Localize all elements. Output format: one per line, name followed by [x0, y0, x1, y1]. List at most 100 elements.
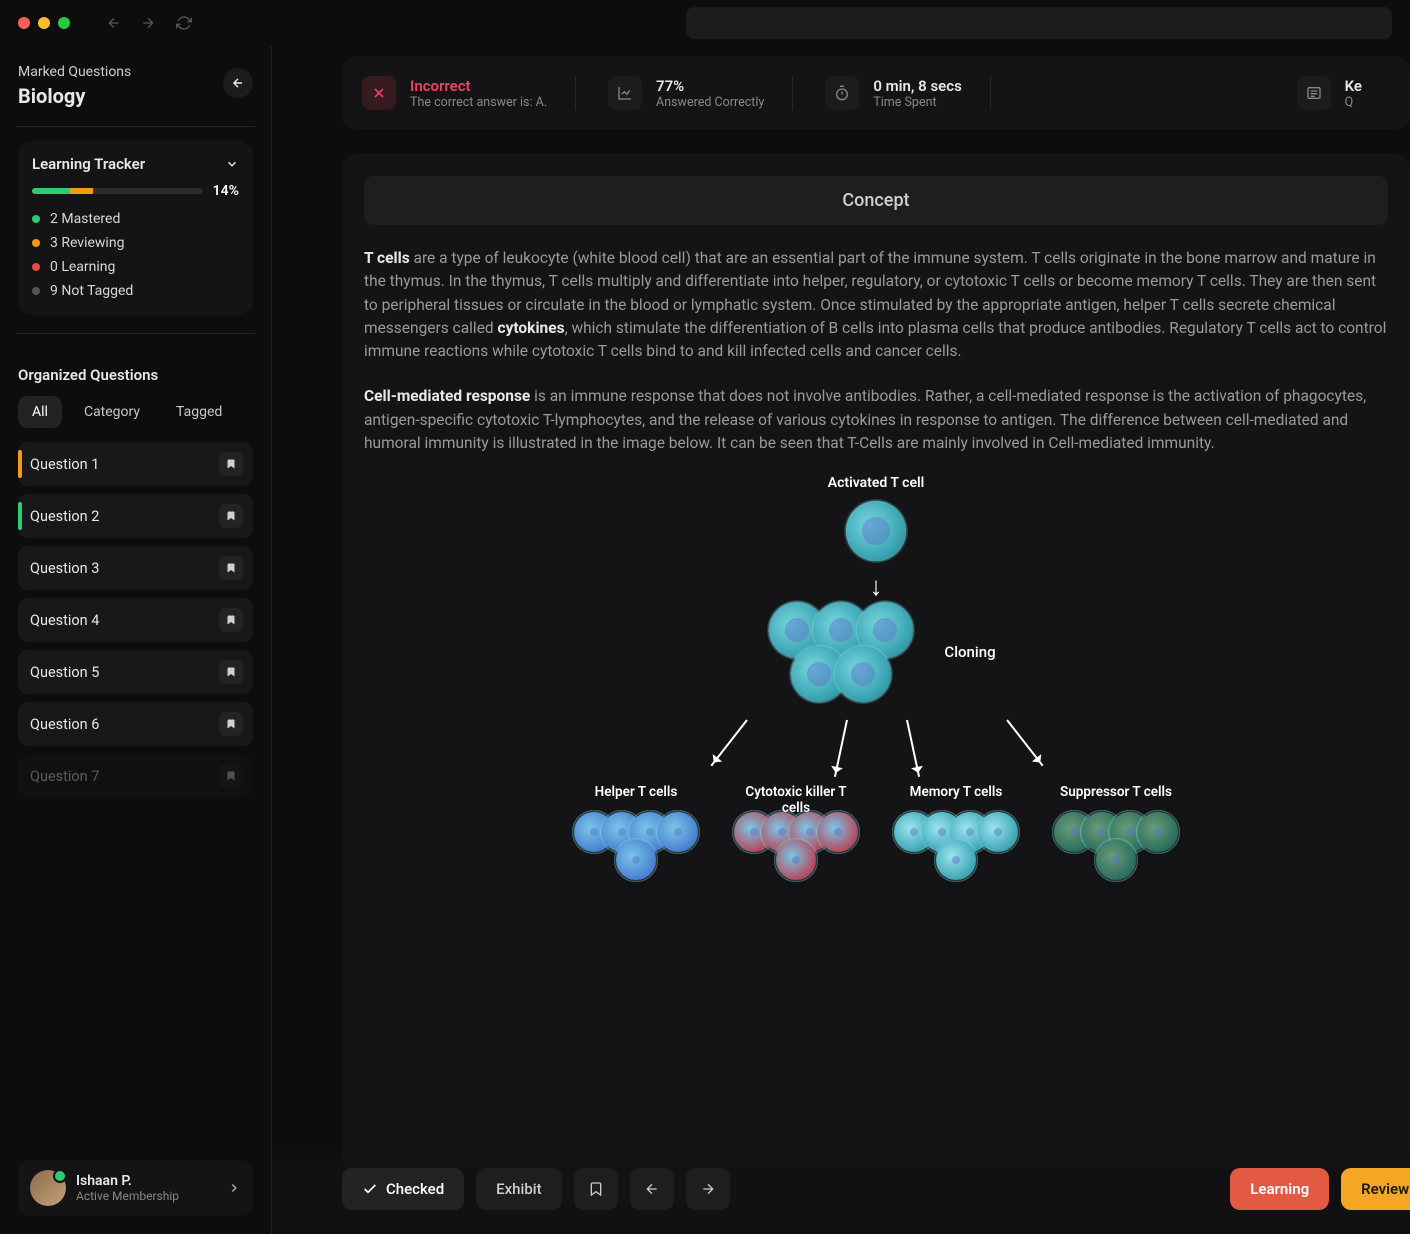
question-label: Question 2 — [30, 508, 99, 525]
traffic-lights — [18, 17, 70, 29]
nav-arrows — [106, 15, 156, 31]
tag-text: 3 Reviewing — [50, 235, 124, 251]
chevron-down-icon[interactable] — [225, 157, 239, 171]
minimize-window[interactable] — [38, 17, 50, 29]
learning-tracker[interactable]: Learning Tracker 14% 2 Mastered 3 Reviewi… — [18, 141, 253, 315]
tag-text: 2 Mastered — [50, 211, 120, 227]
question-label: Question 7 — [30, 768, 99, 785]
diagram-top-label: Activated T cell — [828, 475, 925, 491]
status-dot-icon — [32, 239, 40, 247]
divider — [16, 333, 255, 334]
question-label: Question 3 — [30, 560, 99, 577]
question-item[interactable]: Question 2 — [18, 494, 253, 538]
user-card[interactable]: Ishaan P. Active Membership — [18, 1160, 253, 1216]
sidebar-heading: Biology — [18, 84, 131, 108]
action-bar: Checked Exhibit Learning Reviewing — [272, 1144, 1410, 1234]
tab-concept[interactable]: Concept — [364, 176, 1388, 225]
forward-icon[interactable] — [140, 15, 156, 31]
t-cell-diagram: Activated T cell ↓ Cloning Helper T cell… — [364, 475, 1388, 874]
stat-time-title: 0 min, 8 secs — [873, 77, 961, 95]
question-item[interactable]: Question 4 — [18, 598, 253, 642]
question-item[interactable]: Question 3 — [18, 546, 253, 590]
bookmark-icon[interactable] — [219, 504, 243, 528]
cloning-label: Cloning — [944, 643, 995, 661]
question-item[interactable]: Question 1 — [18, 442, 253, 486]
question-label: Question 1 — [30, 456, 99, 473]
status-dot-icon — [32, 263, 40, 271]
stat-key-title: Ke — [1345, 77, 1362, 95]
tag-text: 9 Not Tagged — [50, 283, 133, 299]
stat-pct-title: 77% — [656, 77, 764, 95]
next-button[interactable] — [686, 1168, 730, 1210]
cell-cluster-icon — [896, 818, 1016, 874]
sidebar-label: Marked Questions — [18, 64, 131, 80]
organized-heading: Organized Questions — [18, 366, 253, 384]
stat-incorrect-sub: The correct answer is: A. — [410, 95, 547, 110]
question-item[interactable]: Question 6 — [18, 702, 253, 746]
tracker-percent: 14% — [213, 183, 239, 199]
question-label: Question 4 — [30, 612, 99, 629]
question-label: Question 6 — [30, 716, 99, 733]
url-bar[interactable] — [686, 7, 1392, 39]
filter-category[interactable]: Category — [70, 396, 154, 428]
reload-icon[interactable] — [176, 15, 192, 31]
question-item[interactable]: Question 5 — [18, 650, 253, 694]
bookmark-icon[interactable] — [219, 764, 243, 788]
tracker-tag: 9 Not Tagged — [32, 283, 239, 299]
bookmark-icon[interactable] — [219, 712, 243, 736]
stat-time-sub: Time Spent — [873, 95, 961, 110]
stat-incorrect-title: Incorrect — [410, 77, 547, 95]
tracker-tag: 0 Learning — [32, 259, 239, 275]
cell-cluster-icon — [736, 818, 856, 874]
stopwatch-icon — [825, 76, 859, 110]
stat-pct-sub: Answered Correctly — [656, 95, 764, 110]
reviewing-button[interactable]: Reviewing — [1341, 1168, 1410, 1210]
sidebar: Marked Questions Biology Learning Tracke… — [0, 46, 272, 1234]
question-item[interactable]: Question 7 — [18, 754, 253, 798]
bookmark-button[interactable] — [574, 1168, 618, 1210]
diagram-leaf: Memory T cells — [896, 784, 1016, 874]
tracker-tag: 3 Reviewing — [32, 235, 239, 251]
diagram-leaf: Cytotoxic killer T cells — [736, 784, 856, 874]
filter-tagged[interactable]: Tagged — [162, 396, 236, 428]
exhibit-button[interactable]: Exhibit — [476, 1168, 561, 1210]
filter-all[interactable]: All — [18, 396, 62, 428]
cell-cluster-icon — [576, 818, 696, 874]
cloning-cluster-icon — [756, 608, 926, 696]
user-name: Ishaan P. — [76, 1173, 179, 1189]
tracker-title: Learning Tracker — [32, 155, 145, 173]
bookmark-icon[interactable] — [219, 452, 243, 476]
content-card: Concept T cells are a type of leukocyte … — [342, 154, 1410, 1234]
diagram-leaf: Suppressor T cells — [1056, 784, 1176, 874]
status-dot-icon — [32, 287, 40, 295]
chart-icon — [608, 76, 642, 110]
tracker-tag: 2 Mastered — [32, 211, 239, 227]
fanout-arrows — [656, 708, 1096, 778]
paragraph-2: Cell-mediated response is an immune resp… — [364, 385, 1388, 455]
stat-key-sub: Q — [1345, 95, 1362, 110]
activated-t-cell-icon — [846, 501, 906, 561]
sidebar-back-button[interactable] — [223, 68, 253, 98]
window-titlebar — [0, 0, 1410, 46]
main: Incorrect The correct answer is: A. 77% … — [272, 46, 1410, 1234]
bookmark-icon[interactable] — [219, 660, 243, 684]
x-icon — [362, 76, 396, 110]
divider — [16, 126, 255, 127]
cell-cluster-icon — [1056, 818, 1176, 874]
maximize-window[interactable] — [58, 17, 70, 29]
list-icon — [1297, 76, 1331, 110]
checked-button[interactable]: Checked — [342, 1168, 464, 1210]
diagram-leaf: Helper T cells — [576, 784, 696, 874]
chevron-right-icon — [227, 1181, 241, 1195]
stats-bar: Incorrect The correct answer is: A. 77% … — [342, 56, 1410, 130]
learning-button[interactable]: Learning — [1230, 1168, 1329, 1210]
avatar — [30, 1170, 66, 1206]
bookmark-icon[interactable] — [219, 556, 243, 580]
close-window[interactable] — [18, 17, 30, 29]
back-icon[interactable] — [106, 15, 122, 31]
prev-button[interactable] — [630, 1168, 674, 1210]
question-label: Question 5 — [30, 664, 99, 681]
user-sub: Active Membership — [76, 1189, 179, 1203]
bookmark-icon[interactable] — [219, 608, 243, 632]
tag-text: 0 Learning — [50, 259, 115, 275]
